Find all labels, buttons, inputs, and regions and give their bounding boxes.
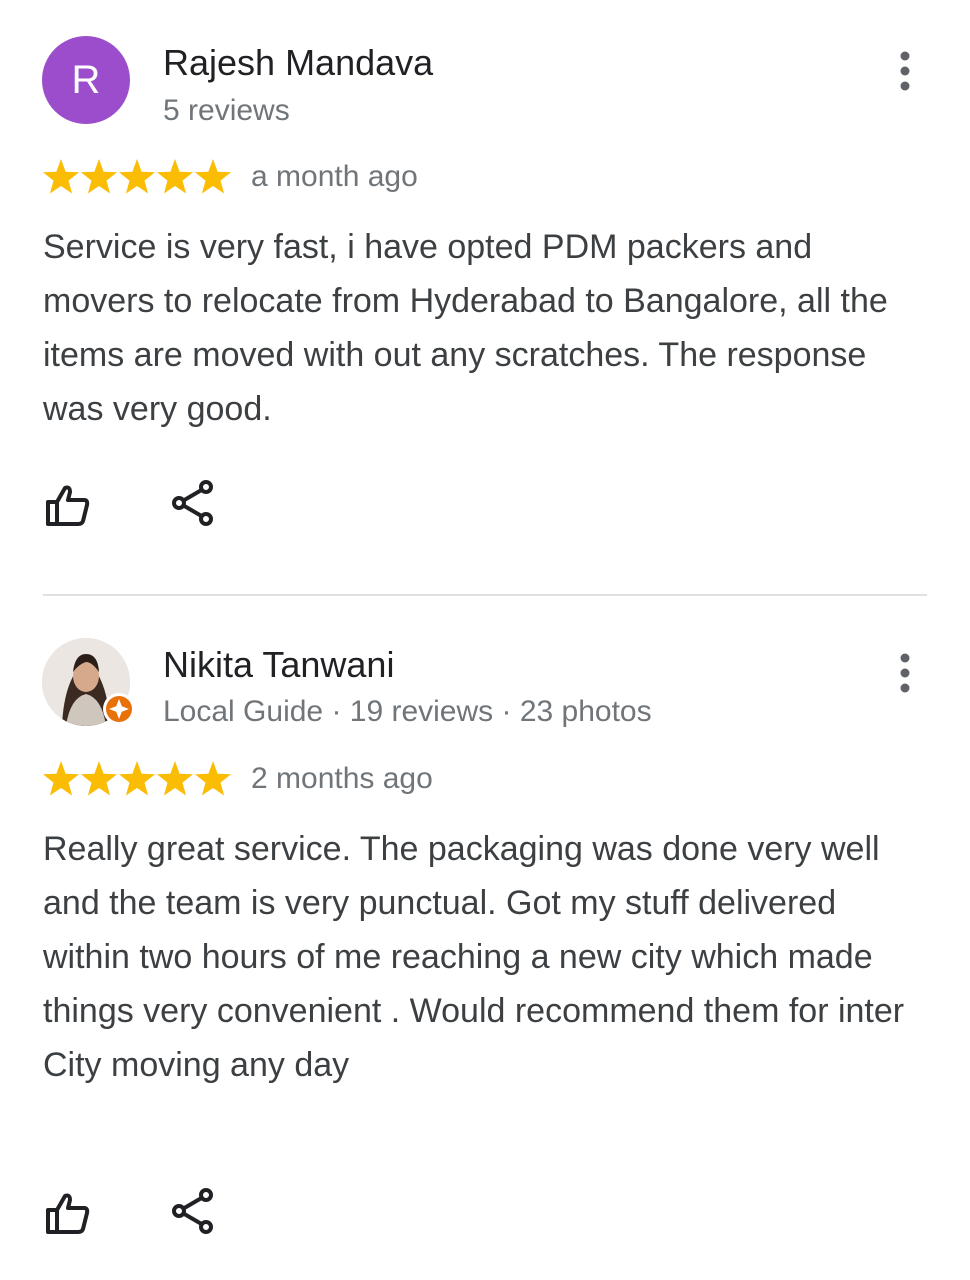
reviewer-name[interactable]: Rajesh Mandava <box>163 42 433 84</box>
star-icon <box>81 761 117 796</box>
avatar-letter: R <box>42 36 130 124</box>
thumb-up-icon[interactable] <box>42 480 92 530</box>
review-text: Service is very fast, i have opted PDM p… <box>43 228 888 428</box>
reviewer-meta: Local Guide · 19 reviews · 23 photos <box>163 695 652 728</box>
star-icon <box>195 761 231 796</box>
divider <box>43 594 927 596</box>
star-icon <box>119 761 155 796</box>
thumb-up-icon[interactable] <box>42 1188 92 1238</box>
star-rating <box>43 761 231 796</box>
reviewer-meta: 5 reviews <box>163 94 290 127</box>
star-icon <box>43 761 79 796</box>
review-text: Really great service. The packaging was … <box>43 830 905 1084</box>
star-icon <box>195 159 231 194</box>
star-rating <box>43 159 231 194</box>
more-vert-icon[interactable] <box>880 648 930 698</box>
review-time: 2 months ago <box>251 762 433 795</box>
more-vert-icon[interactable] <box>880 46 930 96</box>
star-icon <box>43 159 79 194</box>
star-icon <box>119 159 155 194</box>
star-icon <box>81 159 117 194</box>
review-time: a month ago <box>251 160 418 193</box>
share-icon[interactable] <box>168 1186 218 1236</box>
reviewer-name[interactable]: Nikita Tanwani <box>163 644 394 686</box>
avatar[interactable]: R <box>42 36 130 124</box>
star-icon <box>157 159 193 194</box>
share-icon[interactable] <box>168 478 218 528</box>
avatar[interactable] <box>42 638 135 726</box>
star-icon <box>157 761 193 796</box>
local-guide-badge-icon <box>103 693 135 725</box>
